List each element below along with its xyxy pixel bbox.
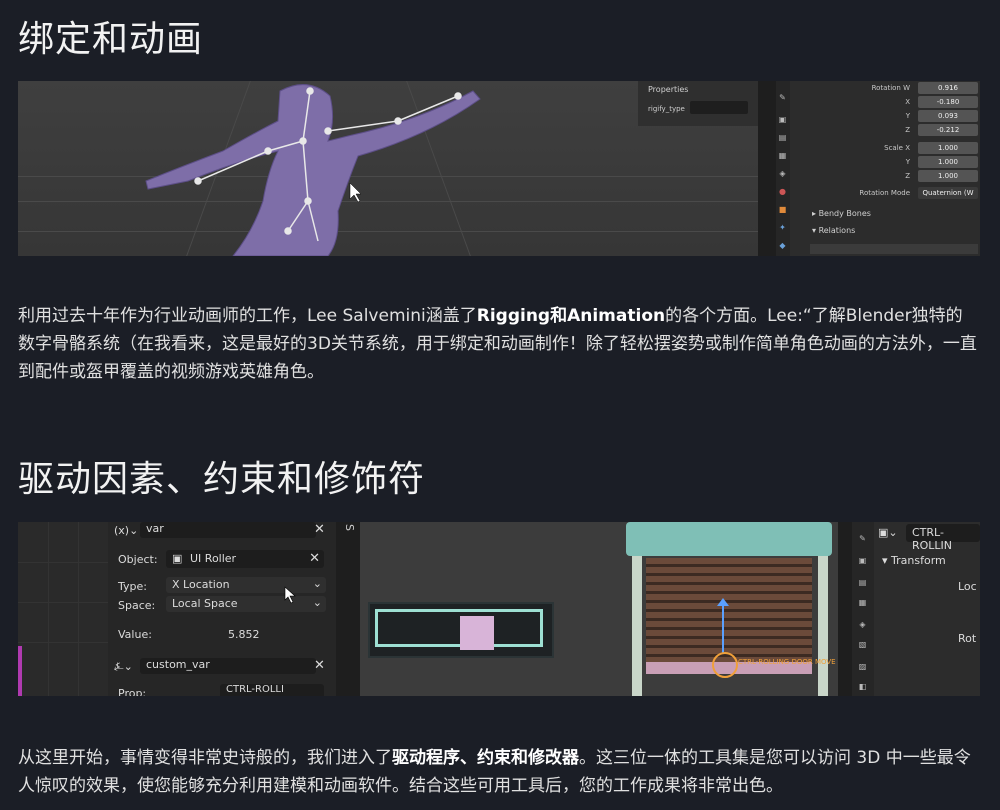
- move-gizmo-arrow-icon[interactable]: [717, 598, 729, 606]
- object-label: Object:: [118, 553, 158, 566]
- section-heading-drivers: 驱动因素、约束和修饰符: [18, 459, 426, 500]
- scene-tab-icon[interactable]: ◈: [778, 169, 787, 178]
- type-dropdown-value: X Location: [172, 578, 230, 591]
- door-frame-right: [818, 556, 828, 696]
- space-label: Space:: [118, 599, 156, 612]
- rigging-paragraph: 利用过去十年作为行业动画师的工作，Lee Salvemini涵盖了Rigging…: [18, 306, 977, 382]
- section-heading-rigging: 绑定和动画: [18, 19, 204, 60]
- output-tab-icon[interactable]: ▦: [858, 598, 867, 607]
- relations-subpanel[interactable]: ▾ Relations: [812, 226, 855, 235]
- object-properties-panel: ▣⌄ CTRL-ROLLIN ▾ Transform Loc Rot: [874, 522, 980, 696]
- type-label: Type:: [118, 580, 147, 593]
- prop-field[interactable]: CTRL-ROLLI: [220, 684, 324, 696]
- bone-tab-icon[interactable]: ✦: [778, 223, 787, 232]
- output-tab-icon[interactable]: ▦: [778, 151, 787, 160]
- rotation-w-field[interactable]: 0.916: [918, 82, 978, 94]
- rotation-x-field[interactable]: -0.180: [918, 96, 978, 108]
- rigging-bold-text: Rigging和Animation: [476, 306, 666, 326]
- scale-y-field[interactable]: 1.000: [918, 156, 978, 168]
- door-control-handle[interactable]: [712, 652, 738, 678]
- mouse-cursor-icon: [284, 586, 296, 604]
- viewport-3d[interactable]: Properties rigify_type: [18, 81, 758, 256]
- rotation-z-field[interactable]: -0.212: [918, 124, 978, 136]
- tool-icon[interactable]: ✎: [778, 93, 787, 102]
- left-editor-area: [18, 522, 108, 696]
- object-tab-icon[interactable]: ■: [778, 205, 787, 214]
- drivers-screenshot: (x)⌄ var ✕ Object: ▣ UI Roller ✕ Type: X…: [18, 522, 980, 696]
- prop-label: Prop:: [118, 687, 147, 696]
- rotation-z-label: Z: [905, 126, 910, 134]
- bendy-bones-subpanel[interactable]: ▸ Bendy Bones: [812, 209, 871, 218]
- object-icon: ▣: [172, 552, 183, 565]
- object-tab-icon[interactable]: ▨: [858, 662, 867, 671]
- constraint-tab-icon[interactable]: ◆: [778, 241, 787, 250]
- render-tab-icon[interactable]: ▤: [858, 578, 867, 587]
- properties-title: Properties: [648, 85, 689, 94]
- modifier-tab-icon[interactable]: ◧: [858, 682, 867, 691]
- tool-tab-icon[interactable]: ▣: [858, 556, 867, 565]
- rotation-mode-label: Rotation Mode: [859, 189, 910, 197]
- variable-name-field[interactable]: var: [140, 522, 316, 538]
- chevron-down-icon: ⌄: [312, 577, 322, 590]
- prop-field-value: CTRL-ROLLI: [226, 684, 284, 695]
- door-control-label: CTRL-ROLLING DOOR MOVE: [738, 658, 836, 666]
- location-label: Loc: [958, 580, 977, 593]
- driver-editor-panel: (x)⌄ var ✕ Object: ▣ UI Roller ✕ Type: X…: [108, 522, 336, 696]
- properties-tabs: ✎ ▣ ▤ ▦ ◈ ● ■ ✦ ◆: [776, 81, 790, 256]
- rigify-type-label: rigify_type: [648, 105, 685, 113]
- rotation-y-label: Y: [905, 112, 910, 120]
- space-dropdown-value: Local Space: [172, 597, 238, 610]
- scene-tab-icon[interactable]: ◈: [858, 620, 867, 629]
- drivers-paragraph: 从这里开始，事情变得非常史诗般的，我们进入了驱动程序、约束和修改器。这三位一体的…: [18, 748, 971, 796]
- chevron-down-icon: ⌄: [312, 596, 322, 609]
- rotation-x-label: X: [905, 98, 910, 106]
- divider-letter: S: [343, 524, 356, 531]
- variable-type-icon[interactable]: (x)⌄: [114, 524, 138, 537]
- tool-tab-icon[interactable]: ▣: [778, 115, 787, 124]
- scale-x-label: Scale X: [884, 144, 910, 152]
- editor-divider[interactable]: S: [336, 522, 360, 696]
- variable-type-icon-2[interactable]: ⍼⌄: [114, 660, 133, 674]
- value-readout: 5.852: [228, 628, 260, 641]
- rigging-screenshot: Properties rigify_type ✎ ▣ ▤ ▦ ◈ ● ■ ✦ ◆…: [18, 81, 980, 256]
- rolling-door-housing: [626, 522, 832, 556]
- properties-popover: Properties rigify_type: [638, 81, 758, 126]
- properties-tabs: ✎ ▣ ▤ ▦ ◈ ▧ ▨ ◧: [852, 522, 874, 696]
- ui-roller-slider[interactable]: [368, 602, 554, 658]
- clear-object-icon[interactable]: ✕: [309, 551, 320, 566]
- object-field[interactable]: ▣ UI Roller ✕: [166, 550, 324, 568]
- value-label: Value:: [118, 628, 152, 641]
- door-frame-left: [632, 556, 642, 696]
- world-tab-icon[interactable]: ●: [778, 187, 787, 196]
- object-type-icon[interactable]: ▣⌄: [878, 526, 898, 539]
- scale-z-label: Z: [905, 172, 910, 180]
- rotation-mode-dropdown[interactable]: Quaternion (W: [918, 187, 978, 199]
- remove-variable-icon[interactable]: ✕: [314, 522, 325, 537]
- drivers-bold-text: 驱动程序、约束和修改器: [392, 748, 579, 768]
- panel-divider[interactable]: [758, 81, 776, 256]
- world-tab-icon[interactable]: ▧: [858, 640, 867, 649]
- variable2-name-field[interactable]: custom_var: [140, 658, 316, 674]
- rigify-type-field[interactable]: [690, 101, 748, 114]
- move-gizmo-axis[interactable]: [722, 602, 724, 654]
- rolling-door-slats: [646, 558, 812, 662]
- type-dropdown[interactable]: X Location ⌄: [166, 577, 326, 593]
- relations-field[interactable]: [810, 244, 978, 254]
- render-tab-icon[interactable]: ▤: [778, 133, 787, 142]
- rotation-w-label: Rotation W: [871, 84, 910, 92]
- tool-icon[interactable]: ✎: [858, 534, 867, 543]
- object-field-value: UI Roller: [190, 552, 237, 565]
- rotation-label: Rot: [958, 632, 977, 645]
- scale-x-field[interactable]: 1.000: [918, 142, 978, 154]
- object-name-field[interactable]: CTRL-ROLLIN: [906, 524, 980, 552]
- transform-header[interactable]: ▾ Transform: [882, 554, 946, 567]
- scale-y-label: Y: [905, 158, 910, 166]
- ui-roller-knob[interactable]: [460, 616, 494, 650]
- panel-divider[interactable]: [838, 522, 852, 696]
- rotation-y-field[interactable]: 0.093: [918, 110, 978, 122]
- bone-properties-panel: Rotation W 0.916 X -0.180 Y 0.093 Z -0.2…: [790, 81, 980, 256]
- space-dropdown[interactable]: Local Space ⌄: [166, 596, 326, 612]
- remove-variable2-icon[interactable]: ✕: [314, 658, 325, 673]
- scale-z-field[interactable]: 1.000: [918, 170, 978, 182]
